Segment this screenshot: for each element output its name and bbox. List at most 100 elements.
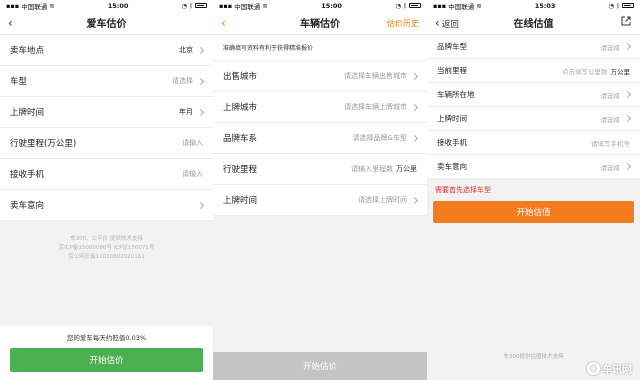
form-row-placeholder: 请选择	[172, 77, 193, 85]
form-row-unit: 万公里	[610, 67, 631, 76]
wifi-icon: ≋	[262, 1, 268, 10]
signal-icon: ▪▪▪	[433, 1, 447, 10]
valuation-history-link[interactable]: 估价历史	[387, 18, 419, 29]
carrier-label: 中国联通	[234, 2, 261, 11]
page-title: 爱车估价	[86, 19, 127, 30]
form-row-placeholder: 请选择	[600, 115, 621, 124]
form-row[interactable]: 行驶里程 请输入里程数 万公里	[213, 154, 427, 185]
battery-icon	[194, 3, 207, 8]
signal-icon: ▪▪▪	[6, 1, 20, 10]
alarm-icon: ◔	[608, 1, 615, 10]
bluetooth-icon: ᛒ	[616, 1, 620, 10]
form-row[interactable]: 上牌时间 年月	[0, 97, 213, 128]
form-row-value: 请选择	[600, 42, 632, 52]
form-row-placeholder: 请选择上牌时间	[358, 196, 407, 204]
form-row[interactable]: 接收手机 请输入	[0, 159, 213, 190]
form-row-label: 卖车地点	[10, 46, 45, 56]
signal-icon: ▪▪▪	[219, 1, 233, 10]
status-bar: ▪▪▪ 中国联通 ≋ 15:03 ◔ ᛒ	[427, 0, 640, 11]
share-icon[interactable]	[620, 15, 632, 27]
form-row-value: 请选择车辆出售城市	[344, 71, 419, 81]
form-row[interactable]: 品牌车型 请选择	[427, 35, 640, 59]
chevron-right-icon	[623, 42, 632, 51]
form-row[interactable]: 上牌时间 请选择	[427, 107, 640, 131]
battery-icon	[621, 3, 634, 8]
battery-icon	[408, 3, 421, 8]
form-row-value: 年月	[179, 107, 205, 117]
form-row[interactable]: 接收手机 请填写手机号	[427, 131, 640, 155]
start-valuation-button[interactable]: 开始估价	[10, 348, 203, 372]
carrier-label: 中国联通	[448, 2, 475, 11]
form-row-value: 点击填写公里数 万公里	[562, 66, 630, 76]
bottom-action-area: 您的爱车每天约贬值0.03% 开始估价	[0, 326, 213, 380]
form-row-placeholder: 年月	[179, 108, 193, 116]
form-row-placeholder: 请输入	[182, 170, 203, 178]
form-row[interactable]: 出售城市 请选择车辆出售城市	[213, 61, 427, 92]
form-row-label: 接收手机	[10, 170, 45, 180]
form-row-value: 请选择车辆上牌城市	[344, 102, 419, 112]
form-row-placeholder: 请输入	[182, 139, 203, 147]
form-row[interactable]: 卖车意向 请选择	[427, 155, 640, 179]
form-row-value: 请输入	[182, 138, 203, 148]
form-hint: 准确填写资料有利于获得精准报价	[213, 35, 427, 61]
start-valuation-button[interactable]: 开始估价	[213, 352, 427, 380]
watermark-logo: ◉ 车讯网	[587, 361, 632, 376]
footer-line: 京ICP备15000080号 ICP证150071号	[58, 245, 155, 251]
back-chevron-icon[interactable]: ‹	[8, 16, 13, 30]
form-row-label: 品牌车型	[437, 42, 467, 51]
form-row-value	[193, 201, 205, 209]
form-row-value: 请选择	[601, 90, 632, 100]
form-row-placeholder: 请选择	[600, 43, 621, 52]
form-row-label: 品牌车系	[223, 134, 258, 144]
form-row-placeholder: 请选择品牌&车型	[352, 134, 407, 142]
chevron-right-icon	[196, 77, 205, 85]
back-button[interactable]: ‹ 返回	[435, 16, 459, 32]
form-row-label: 上牌时间	[10, 108, 45, 118]
footer-credit: 车300提供估值技术支持	[503, 354, 564, 360]
form-row-label: 接收手机	[437, 138, 467, 147]
back-chevron-icon[interactable]: ‹	[221, 16, 226, 30]
form-row-placeholder: 请选择	[600, 163, 621, 172]
footer-line: 京公网安备11010802020161	[68, 254, 145, 260]
alarm-icon: ◔	[181, 1, 188, 10]
form-row[interactable]: 品牌车系 请选择品牌&车型	[213, 123, 427, 154]
form-row-label: 卖车意向	[10, 201, 45, 211]
depreciation-tip: 您的爱车每天约贬值0.03%	[0, 326, 213, 348]
form-row-label: 上牌时间	[223, 196, 258, 206]
warning-message: 需要首先选择车型	[435, 186, 491, 194]
form-row[interactable]: 行驶里程(万公里) 请输入	[0, 128, 213, 159]
form-row-label: 上牌城市	[223, 103, 258, 113]
form-row-value: 请填写手机号	[591, 138, 630, 148]
bluetooth-icon: ᛒ	[403, 1, 407, 10]
chevron-right-icon	[196, 46, 205, 54]
form-row[interactable]: 车型 请选择	[0, 66, 213, 97]
watermark-circle-icon: ◉	[587, 362, 600, 375]
chevron-right-icon	[623, 90, 632, 99]
form-row-label: 出售城市	[223, 72, 258, 82]
form-row-placeholder: 北京	[179, 46, 193, 54]
form-row-value: 请选择	[172, 76, 205, 86]
nav-bar: ‹ 返回 在线估值	[427, 11, 640, 35]
page-title: 车辆估价	[300, 19, 340, 30]
alarm-icon: ◔	[395, 1, 402, 10]
form-row[interactable]: 卖车意向	[0, 190, 213, 221]
carrier-label: 中国联通	[21, 2, 48, 11]
form-row-value: 请选择品牌&车型	[352, 133, 419, 143]
form-row[interactable]: 上牌城市 请选择车辆上牌城市	[213, 92, 427, 123]
chevron-right-icon	[410, 134, 419, 142]
form-row[interactable]: 上牌时间 请选择上牌时间	[213, 185, 427, 216]
form-row[interactable]: 车辆所在地 请选择	[427, 83, 640, 107]
form-row-value: 请输入里程数 万公里	[351, 164, 417, 174]
form-row-value: 请输入	[182, 169, 203, 179]
back-label: 返回	[441, 20, 459, 30]
nav-bar: ‹ 车辆估价 估价历史	[213, 11, 427, 35]
form-row-value: 北京	[179, 45, 205, 55]
form-row-placeholder: 请输入里程数	[351, 165, 393, 173]
status-time: 15:03	[534, 1, 556, 10]
form-row[interactable]: 卖车地点 北京	[0, 35, 213, 66]
start-valuation-button[interactable]: 开始估值	[433, 201, 634, 223]
chevron-right-icon	[196, 108, 205, 116]
wifi-icon: ≋	[49, 1, 55, 10]
form-row[interactable]: 当前里程 点击填写公里数 万公里	[427, 59, 640, 83]
form-row-placeholder: 请填写手机号	[591, 139, 630, 148]
